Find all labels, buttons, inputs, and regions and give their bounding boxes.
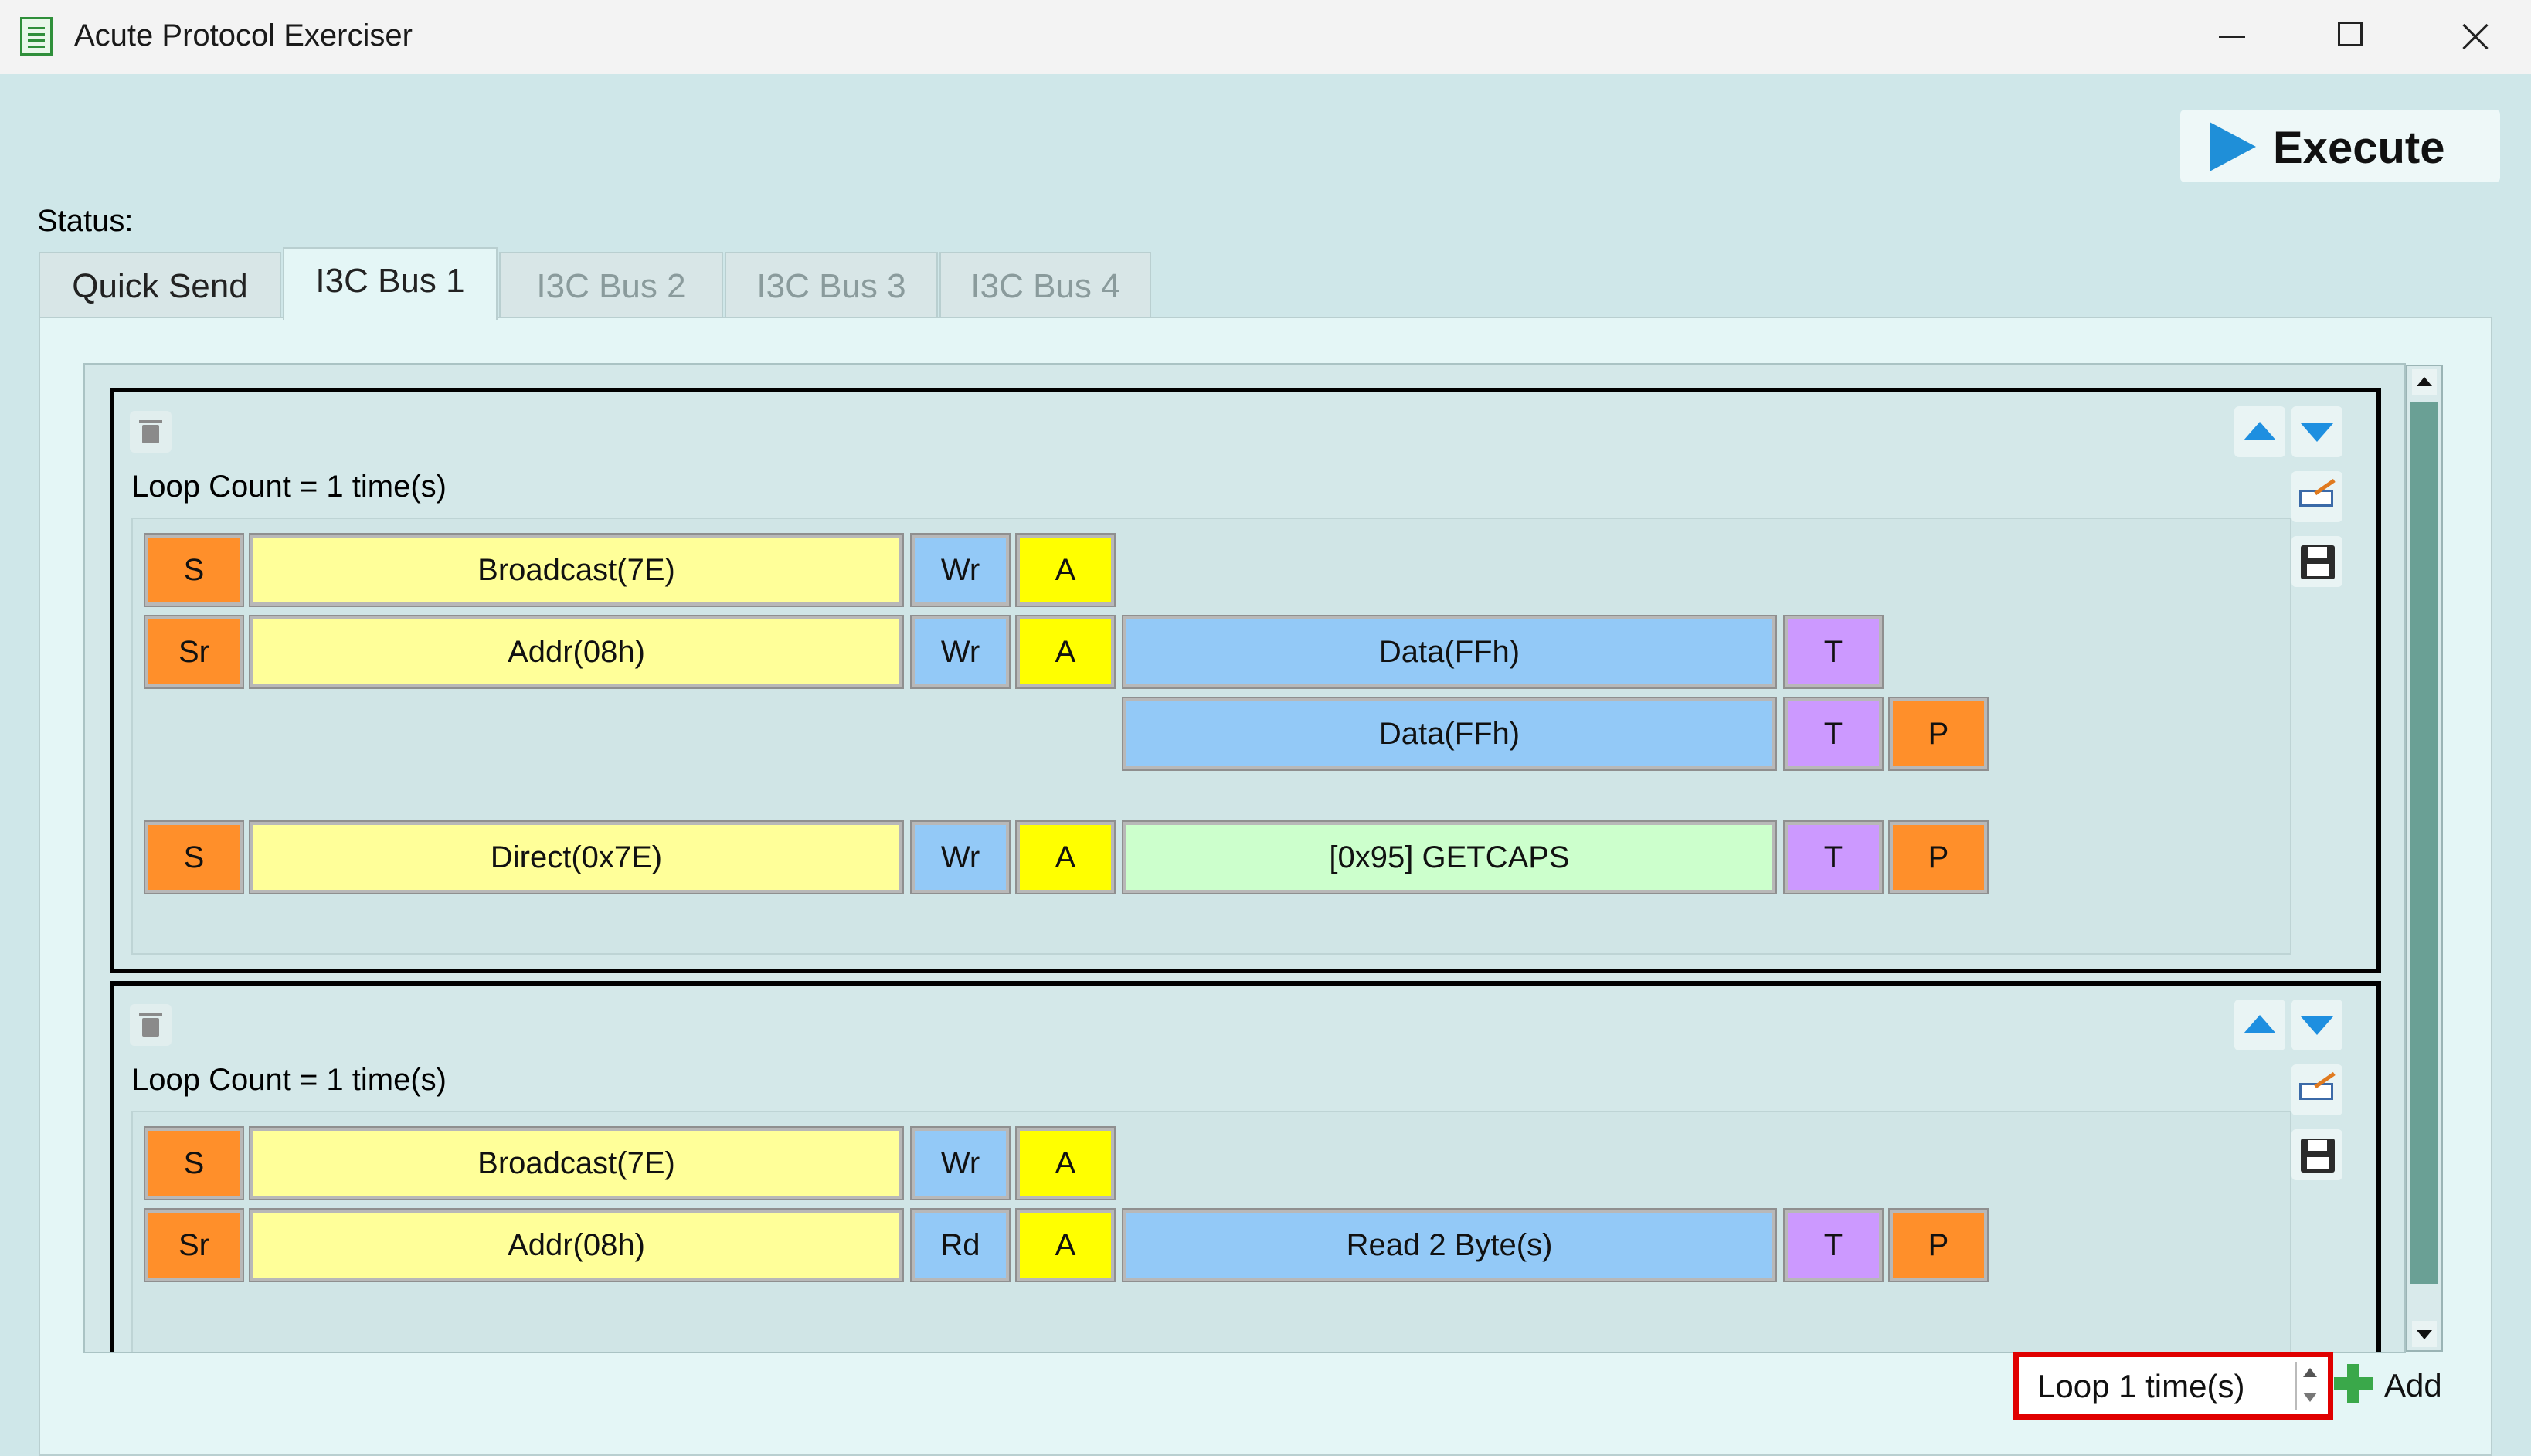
address-cell[interactable]: Broadcast(7E) [249,533,904,607]
restart-cell[interactable]: Sr [144,615,244,689]
execute-label: Execute [2273,123,2445,173]
arrow-down-icon [2301,1016,2333,1035]
close-button[interactable] [2414,0,2529,74]
app-icon [20,17,53,56]
address-cell[interactable]: Broadcast(7E) [249,1126,904,1200]
add-label: Add [2384,1367,2442,1403]
edit-button[interactable] [2291,471,2342,522]
sequence-area: S Broadcast(7E) Wr A Sr Addr(08h) Rd A R… [131,1111,2291,1352]
window-title: Acute Protocol Exerciser [74,19,413,53]
maximize-button[interactable] [2293,0,2409,74]
status-label: Status: [37,204,134,238]
t-bit-cell[interactable]: T [1783,1208,1884,1282]
rw-cell[interactable]: Wr [910,533,1011,607]
t-bit-cell[interactable]: T [1783,697,1884,771]
play-icon [2210,122,2256,171]
scroll-down-icon [2417,1330,2432,1339]
ack-cell[interactable]: A [1015,615,1116,689]
arrow-down-icon [2301,423,2333,442]
scroll-up-button[interactable] [2412,369,2437,395]
loop-count-spinner[interactable]: Loop 1 time(s) [2013,1352,2333,1420]
edit-button[interactable] [2291,1064,2342,1115]
minimize-button[interactable] [2173,0,2288,74]
trash-icon[interactable] [130,1004,172,1046]
scroll-down-button[interactable] [2412,1321,2437,1347]
rw-cell[interactable]: Rd [910,1208,1011,1282]
ack-cell[interactable]: A [1015,533,1116,607]
arrow-up-icon [2244,1015,2276,1033]
save-button[interactable] [2291,1129,2342,1180]
ccc-command-cell[interactable]: [0x95] GETCAPS [1122,820,1777,894]
address-cell[interactable]: Direct(0x7E) [249,820,904,894]
arrow-up-icon [2244,422,2276,440]
spinner-up-icon[interactable] [2303,1368,2317,1377]
title-bar: Acute Protocol Exerciser [0,0,2531,74]
save-button[interactable] [2291,536,2342,587]
add-button[interactable]: Add [2332,1356,2448,1415]
move-down-button[interactable] [2291,406,2342,457]
start-cell[interactable]: S [144,1126,244,1200]
scroll-up-icon [2417,377,2432,386]
move-up-button[interactable] [2234,406,2285,457]
rw-cell[interactable]: Wr [910,1126,1011,1200]
start-cell[interactable]: S [144,820,244,894]
stop-cell[interactable]: P [1888,1208,1989,1282]
execute-button[interactable]: Execute [2180,110,2500,182]
ack-cell[interactable]: A [1015,1208,1116,1282]
loop-count-label: Loop Count = 1 time(s) [131,470,447,504]
transaction-group: Loop Count = 1 time(s) S Broadcast(7E) W… [110,388,2381,973]
loop-count-value: Loop 1 time(s) [2037,1368,2245,1404]
data-cell[interactable]: Data(FFh) [1122,697,1777,771]
t-bit-cell[interactable]: T [1783,615,1884,689]
start-cell[interactable]: S [144,533,244,607]
tab-i3c-bus-3: I3C Bus 3 [725,252,938,318]
rw-cell[interactable]: Wr [910,820,1011,894]
spinner-down-icon[interactable] [2303,1393,2317,1402]
t-bit-cell[interactable]: T [1783,820,1884,894]
ack-cell[interactable]: A [1015,820,1116,894]
transaction-group: Loop Count = 1 time(s) S Broadcast(7E) W… [110,981,2381,1352]
address-cell[interactable]: Addr(08h) [249,615,904,689]
move-up-button[interactable] [2234,1000,2285,1050]
spinner-arrows[interactable] [2295,1362,2323,1410]
stop-cell[interactable]: P [1888,697,1989,771]
scroll-thumb[interactable] [2410,402,2438,1284]
restart-cell[interactable]: Sr [144,1208,244,1282]
tab-quick-send[interactable]: Quick Send [39,252,281,318]
trash-icon[interactable] [130,411,172,453]
sequence-area: S Broadcast(7E) Wr A Sr Addr(08h) Wr A D… [131,518,2291,955]
vertical-scrollbar[interactable] [2406,365,2443,1352]
move-down-button[interactable] [2291,1000,2342,1050]
tab-i3c-bus-4: I3C Bus 4 [939,252,1151,318]
tab-i3c-bus-1[interactable]: I3C Bus 1 [283,247,498,320]
sequence-list: Loop Count = 1 time(s) S Broadcast(7E) W… [87,366,2403,1352]
read-data-cell[interactable]: Read 2 Byte(s) [1122,1208,1777,1282]
minimize-icon [2219,36,2245,38]
rw-cell[interactable]: Wr [910,615,1011,689]
stop-cell[interactable]: P [1888,820,1989,894]
maximize-icon [2338,22,2363,46]
ack-cell[interactable]: A [1015,1126,1116,1200]
address-cell[interactable]: Addr(08h) [249,1208,904,1282]
data-cell[interactable]: Data(FFh) [1122,615,1777,689]
loop-count-label: Loop Count = 1 time(s) [131,1063,447,1097]
tab-i3c-bus-2: I3C Bus 2 [499,252,723,318]
